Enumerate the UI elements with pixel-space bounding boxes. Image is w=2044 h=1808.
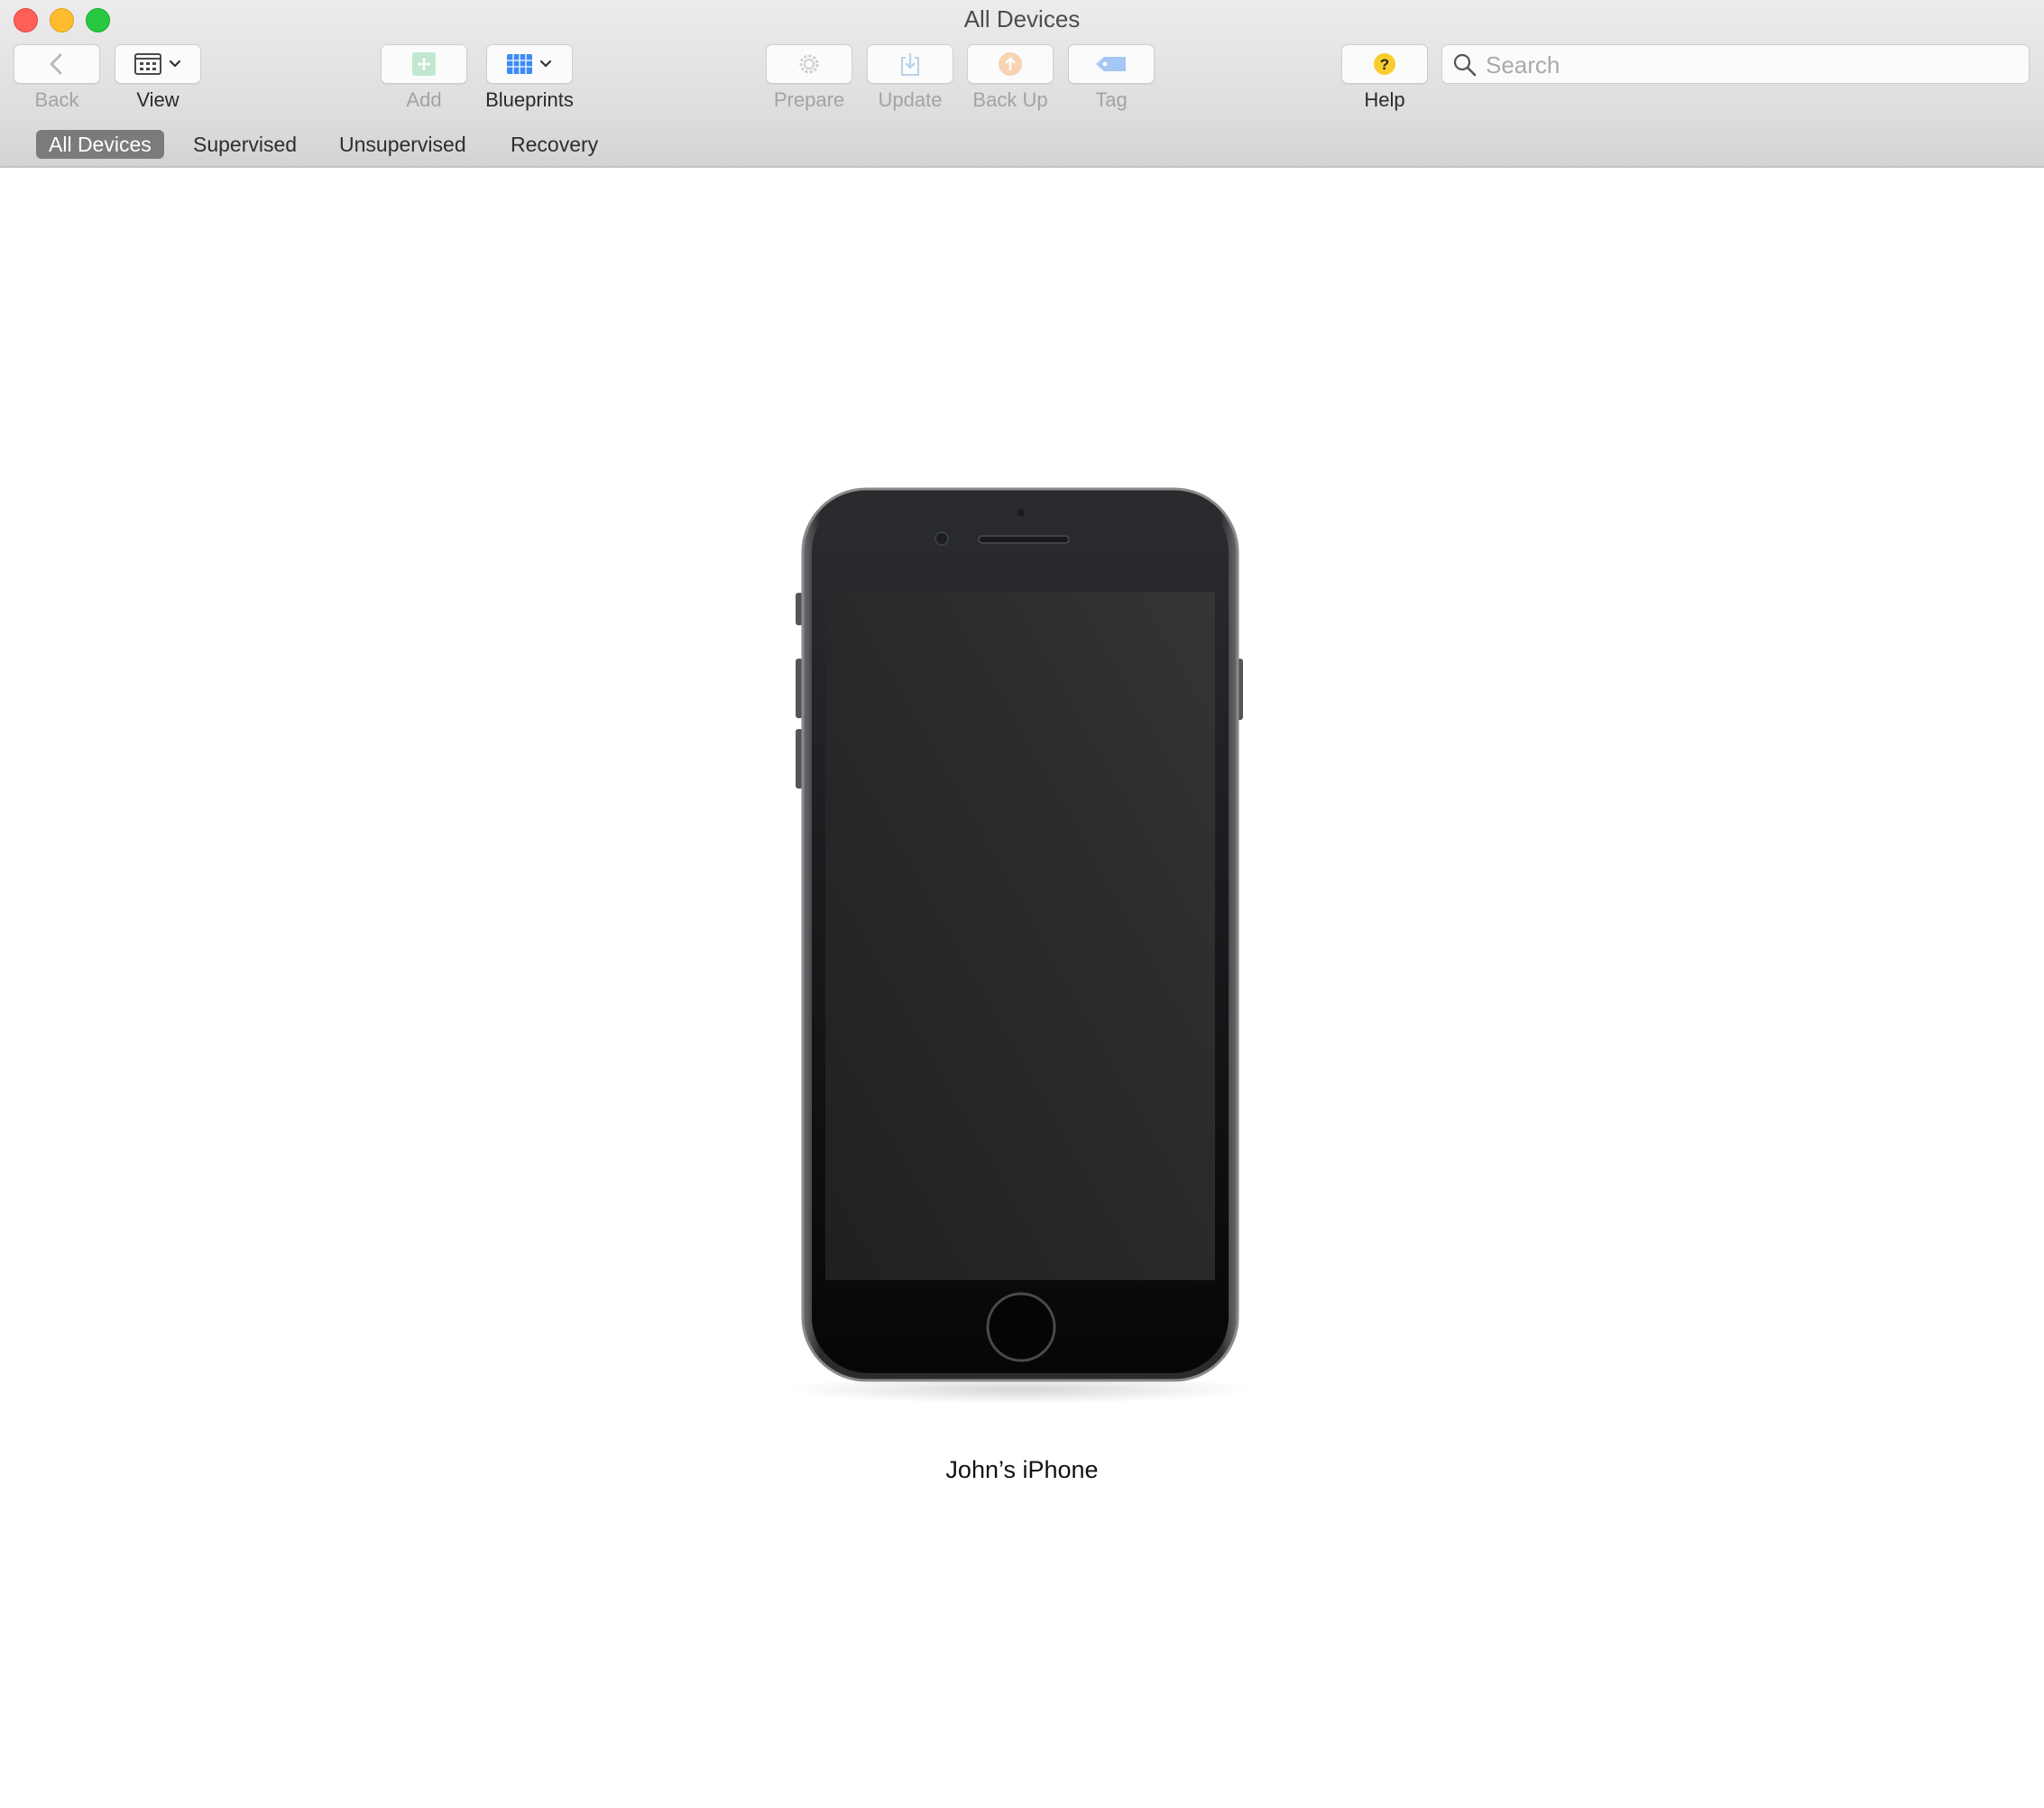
help-button[interactable]: ? [1341, 44, 1428, 84]
grid-calendar-icon [134, 53, 161, 75]
update-toolbar-item[interactable]: Update [866, 44, 954, 112]
download-icon [901, 53, 919, 76]
search-field[interactable] [1441, 44, 2030, 84]
toolbar: All Devices Back View Add Blueprints Pre… [0, 0, 2044, 125]
back-button[interactable] [14, 44, 100, 84]
prepare-label: Prepare [773, 88, 845, 111]
chevron-down-icon [169, 60, 181, 68]
update-button[interactable] [867, 44, 953, 84]
backup-label: Back Up [972, 88, 1048, 111]
view-toolbar-item[interactable]: View [114, 44, 202, 112]
question-icon: ? [1374, 53, 1395, 75]
tag-label: Tag [1095, 88, 1128, 111]
back-toolbar-item[interactable]: Back [13, 44, 101, 112]
view-button[interactable] [115, 44, 201, 84]
app-window: All Devices Back View Add Blueprints Pre… [0, 0, 2044, 1808]
scope-all-devices[interactable]: All Devices [36, 130, 164, 159]
tag-icon [1096, 57, 1126, 71]
back-label: Back [34, 88, 79, 111]
svg-text:?: ? [1380, 56, 1389, 73]
plus-icon [412, 52, 436, 76]
chevron-left-icon [50, 53, 62, 75]
prepare-toolbar-item[interactable]: Prepare [765, 44, 853, 112]
iphone-device-image[interactable] [776, 487, 1245, 1407]
scope-recovery[interactable]: Recovery [498, 130, 611, 159]
add-toolbar-item[interactable]: Add [380, 44, 468, 112]
help-toolbar-item[interactable]: ? Help [1340, 44, 1429, 112]
scope-bar: All Devices Supervised Unsupervised Reco… [0, 123, 2044, 168]
backup-button[interactable] [967, 44, 1054, 84]
update-label: Update [878, 88, 943, 111]
backup-toolbar-item[interactable]: Back Up [966, 44, 1054, 112]
device-name-label[interactable]: John’s iPhone [0, 1456, 2044, 1484]
add-button[interactable] [381, 44, 467, 84]
blueprints-label: Blueprints [485, 88, 574, 111]
upload-arrow-icon [999, 52, 1022, 76]
prepare-button[interactable] [766, 44, 852, 84]
blueprints-toolbar-item[interactable]: Blueprints [485, 44, 574, 112]
window-title: All Devices [963, 5, 1081, 32]
search-icon [1453, 53, 1477, 77]
scope-supervised[interactable]: Supervised [180, 130, 309, 159]
blueprints-button[interactable] [486, 44, 573, 84]
blueprint-grid-icon [507, 54, 532, 74]
chevron-down-icon [539, 60, 552, 68]
add-label: Add [406, 88, 442, 111]
tag-button[interactable] [1068, 44, 1155, 84]
search-input[interactable] [1484, 49, 2020, 81]
help-label: Help [1364, 88, 1405, 111]
gear-icon [799, 54, 819, 74]
scope-unsupervised[interactable]: Unsupervised [327, 130, 479, 159]
tag-toolbar-item[interactable]: Tag [1067, 44, 1156, 112]
view-label: View [136, 88, 180, 111]
